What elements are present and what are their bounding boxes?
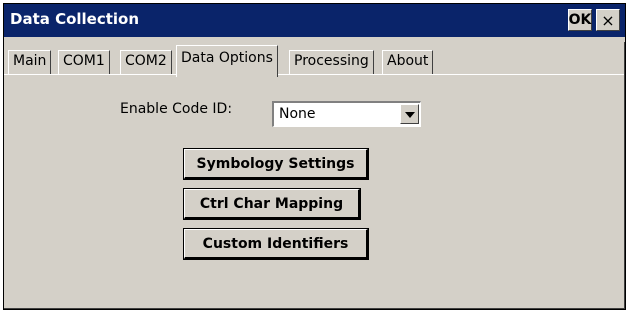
- panel-border-bottom: [4, 308, 625, 309]
- tab-data-options[interactable]: Data Options: [176, 45, 278, 77]
- title-bar: Data Collection OK ×: [4, 4, 625, 37]
- panel-border-right: [624, 42, 625, 308]
- tab-com2[interactable]: COM2: [120, 50, 172, 74]
- enable-code-id-select[interactable]: None: [272, 101, 421, 127]
- ctrl-char-mapping-button[interactable]: Ctrl Char Mapping: [183, 188, 361, 220]
- tab-baseline: [4, 74, 625, 75]
- window-title: Data Collection: [10, 10, 140, 28]
- custom-identifiers-button[interactable]: Custom Identifiers: [183, 228, 369, 260]
- symbology-settings-button[interactable]: Symbology Settings: [183, 148, 369, 180]
- ok-button[interactable]: OK: [568, 9, 592, 31]
- enable-code-id-value: None: [279, 106, 316, 122]
- data-collection-window: Data Collection OK × Main COM1 COM2 Data…: [3, 3, 626, 310]
- tab-com1[interactable]: COM1: [58, 50, 110, 74]
- enable-code-id-label: Enable Code ID:: [120, 101, 233, 117]
- tab-main[interactable]: Main: [8, 50, 52, 74]
- tab-processing[interactable]: Processing: [289, 50, 374, 74]
- tab-strip: Main COM1 COM2 Data Options Processing A…: [4, 37, 625, 79]
- close-button[interactable]: ×: [596, 9, 620, 31]
- tab-about[interactable]: About: [382, 50, 434, 74]
- chevron-down-icon[interactable]: [400, 104, 419, 124]
